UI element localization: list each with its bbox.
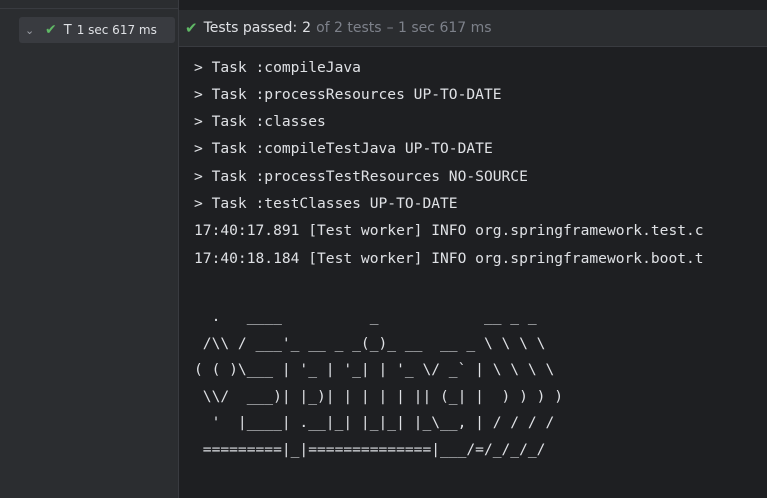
spring-banner-line: /\\ / ___'_ __ _ _(_)_ __ __ _ \ \ \ \ bbox=[194, 335, 546, 352]
chevron-down-icon[interactable]: ⌄ bbox=[25, 24, 39, 37]
tests-passed-count: 2 bbox=[302, 20, 312, 36]
spring-banner-line: ( ( )\___ | '_ | '_| | '_ \/ _` | \ \ \ … bbox=[194, 361, 555, 378]
check-icon: ✔ bbox=[45, 22, 57, 38]
check-icon: ✔ bbox=[185, 19, 198, 37]
test-tree-panel: ⌄ ✔ T 1 sec 617 ms bbox=[0, 0, 179, 498]
console-line: > Task :compileJava bbox=[194, 59, 361, 76]
test-tree-root-item[interactable]: ⌄ ✔ T 1 sec 617 ms bbox=[19, 17, 175, 43]
tests-total: of 2 tests bbox=[316, 20, 382, 36]
console-line: > Task :processResources UP-TO-DATE bbox=[194, 86, 502, 103]
console-output[interactable]: > Task :compileJava > Task :processResou… bbox=[179, 47, 767, 498]
console-line: 17:40:17.891 [Test worker] INFO org.spri… bbox=[194, 222, 704, 239]
tests-passed-label: Tests passed: bbox=[203, 20, 298, 36]
console-line: > Task :testClasses UP-TO-DATE bbox=[194, 195, 458, 212]
console-line: 17:40:18.184 [Test worker] INFO org.spri… bbox=[194, 250, 704, 267]
spring-banner-line: \\/ ___)| |_)| | | | | || (_| | ) ) ) ) bbox=[194, 388, 564, 405]
panel-divider bbox=[0, 0, 178, 9]
spring-banner-line: =========|_|==============|___/=/_/_/_/ bbox=[194, 441, 546, 458]
test-status-bar: ✔ Tests passed: 2 of 2 tests – 1 sec 617… bbox=[179, 10, 767, 47]
console-line: > Task :processTestResources NO-SOURCE bbox=[194, 168, 528, 185]
test-tree-item-name: T bbox=[63, 22, 72, 38]
test-tree-item-time: 1 sec 617 ms bbox=[76, 23, 157, 37]
spring-banner-line: ' |____| .__|_| |_|_| |_\__, | / / / / bbox=[194, 414, 555, 431]
console-line: > Task :classes bbox=[194, 113, 326, 130]
spring-banner-line: . ____ _ __ _ _ bbox=[194, 308, 537, 325]
tests-duration: – 1 sec 617 ms bbox=[386, 20, 492, 36]
console-line: > Task :compileTestJava UP-TO-DATE bbox=[194, 140, 493, 157]
